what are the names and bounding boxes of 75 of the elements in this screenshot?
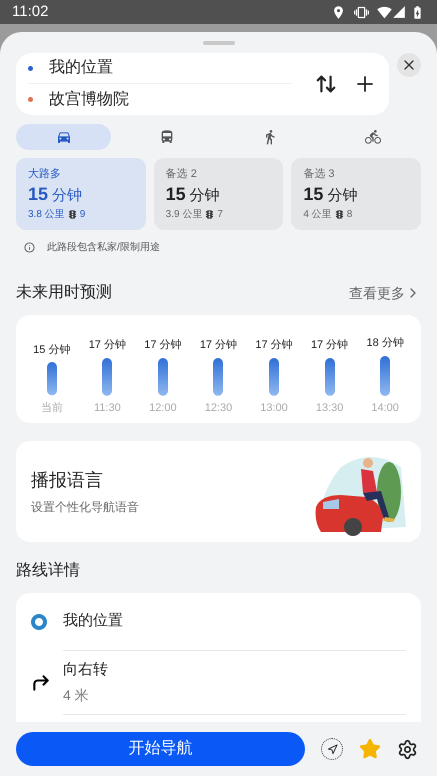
route-label: 备选 3 <box>303 167 336 182</box>
bar-value-label: 17 分钟 <box>310 338 348 354</box>
navigation-arrow-icon <box>326 744 338 754</box>
traffic-light-count: 9 <box>80 208 86 222</box>
route-time-unit: 分钟 <box>52 186 82 206</box>
step-text: 向右转 <box>63 660 109 680</box>
chart-bar <box>380 356 390 396</box>
chart-bar <box>213 358 224 396</box>
chart-bar <box>324 358 335 396</box>
route-option-card[interactable]: 备选 3 15 分钟 4 公里 8 <box>291 158 422 230</box>
start-point-icon <box>31 614 47 630</box>
location-icon <box>331 4 346 20</box>
step-distance: 4 米 <box>63 686 90 706</box>
route-distance: 4 公里 <box>303 208 332 222</box>
wifi-icon <box>377 4 392 20</box>
route-time-value: 15 <box>303 182 324 204</box>
traffic-light-count: 8 <box>346 208 352 222</box>
bar-value-label: 15 分钟 <box>33 342 70 358</box>
route-distance: 3.9 公里 <box>166 208 202 222</box>
bus-icon <box>158 129 175 145</box>
traffic-light-icon <box>204 208 216 220</box>
axis-label: 13:00 <box>260 400 288 416</box>
chart-bar <box>102 358 112 396</box>
traffic-light-count: 7 <box>217 208 223 222</box>
close-button[interactable] <box>397 53 421 77</box>
route-time-unit: 分钟 <box>190 186 220 206</box>
see-more-link[interactable]: 查看更多 <box>349 282 421 304</box>
axis-label: 当前 <box>40 400 63 416</box>
axis-label: 14:00 <box>371 400 399 416</box>
route-time-value: 15 <box>28 182 48 204</box>
bar-value-label: 18 分钟 <box>366 336 404 351</box>
swap-button[interactable] <box>315 73 337 95</box>
star-icon <box>359 738 381 760</box>
route-time-unit: 分钟 <box>327 186 358 206</box>
mode-tab[interactable] <box>16 124 112 150</box>
route-distance: 3.8 公里 <box>28 208 65 222</box>
bar-value-label: 17 分钟 <box>88 338 126 354</box>
axis-label: 11:30 <box>94 400 121 416</box>
route-option-card[interactable]: 备选 2 15 分钟 3.9 公里 7 <box>154 158 284 230</box>
chart-bar <box>269 358 280 396</box>
step-text: 我的位置 <box>63 611 124 632</box>
axis-label: 12:30 <box>204 400 232 416</box>
bar-value-label: 17 分钟 <box>200 338 238 354</box>
location-field[interactable]: 故宫博物院 <box>49 88 129 112</box>
bar-value-label: 17 分钟 <box>144 338 182 354</box>
settings-icon <box>397 738 418 760</box>
info-icon <box>24 242 35 253</box>
signal-icon <box>392 5 406 19</box>
status-time: 11:02 <box>12 2 48 22</box>
drag-handle[interactable] <box>202 41 234 45</box>
chart-bar <box>46 362 57 396</box>
traffic-light-icon <box>66 208 78 220</box>
locate-button[interactable] <box>321 738 343 760</box>
section-title: 未来用时预测 <box>16 282 112 303</box>
route-notice: 此路段包含私家/限制用途 <box>47 240 160 255</box>
settings-button[interactable] <box>397 738 418 760</box>
traffic-light-icon <box>334 208 345 220</box>
bar-value-label: 17 分钟 <box>255 338 293 354</box>
section-title: 路线详情 <box>16 560 81 581</box>
route-label: 大路多 <box>28 167 62 182</box>
voice-card[interactable]: 播报语言 设置个性化导航语音 <box>16 441 421 542</box>
chart-bar <box>158 358 168 396</box>
route-time-value: 15 <box>166 182 186 204</box>
route-option-card[interactable]: 大路多 15 分钟 3.8 公里 9 <box>16 158 146 230</box>
axis-label: 13:30 <box>316 400 344 416</box>
bicycle-icon <box>365 129 382 145</box>
voice-subtitle: 设置个性化导航语音 <box>31 499 140 516</box>
voice-title: 播报语言 <box>31 469 104 492</box>
axis-label: 12:00 <box>149 400 177 416</box>
vibrate-icon <box>354 4 369 20</box>
route-label: 备选 2 <box>166 167 198 182</box>
turn-right-icon <box>31 673 51 693</box>
start-navigation-button[interactable]: 开始导航 <box>16 732 305 766</box>
location-field[interactable]: 我的位置 <box>49 56 113 80</box>
swap-icon <box>315 73 337 95</box>
